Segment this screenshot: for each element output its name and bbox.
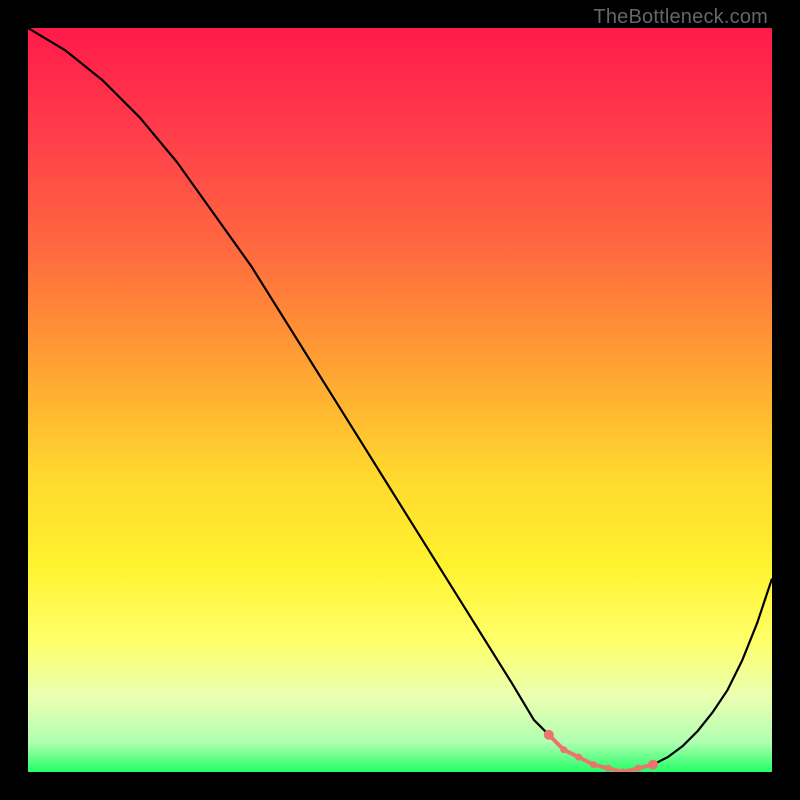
optimal-range-dot bbox=[590, 761, 597, 768]
optimal-range-dot bbox=[635, 765, 642, 772]
optimal-range-dot bbox=[544, 730, 554, 740]
bottleneck-curve bbox=[28, 28, 772, 772]
chart-frame: TheBottleneck.com bbox=[0, 0, 800, 800]
watermark-text: TheBottleneck.com bbox=[593, 6, 768, 29]
optimal-range-dot bbox=[620, 769, 627, 773]
optimal-range-dot bbox=[560, 746, 567, 753]
plot-area bbox=[28, 28, 772, 772]
optimal-range-dot bbox=[648, 760, 658, 770]
optimal-range-markers bbox=[544, 730, 658, 772]
optimal-range-dot bbox=[575, 754, 582, 761]
optimal-range-dot bbox=[605, 765, 612, 772]
curve-layer bbox=[28, 28, 772, 772]
